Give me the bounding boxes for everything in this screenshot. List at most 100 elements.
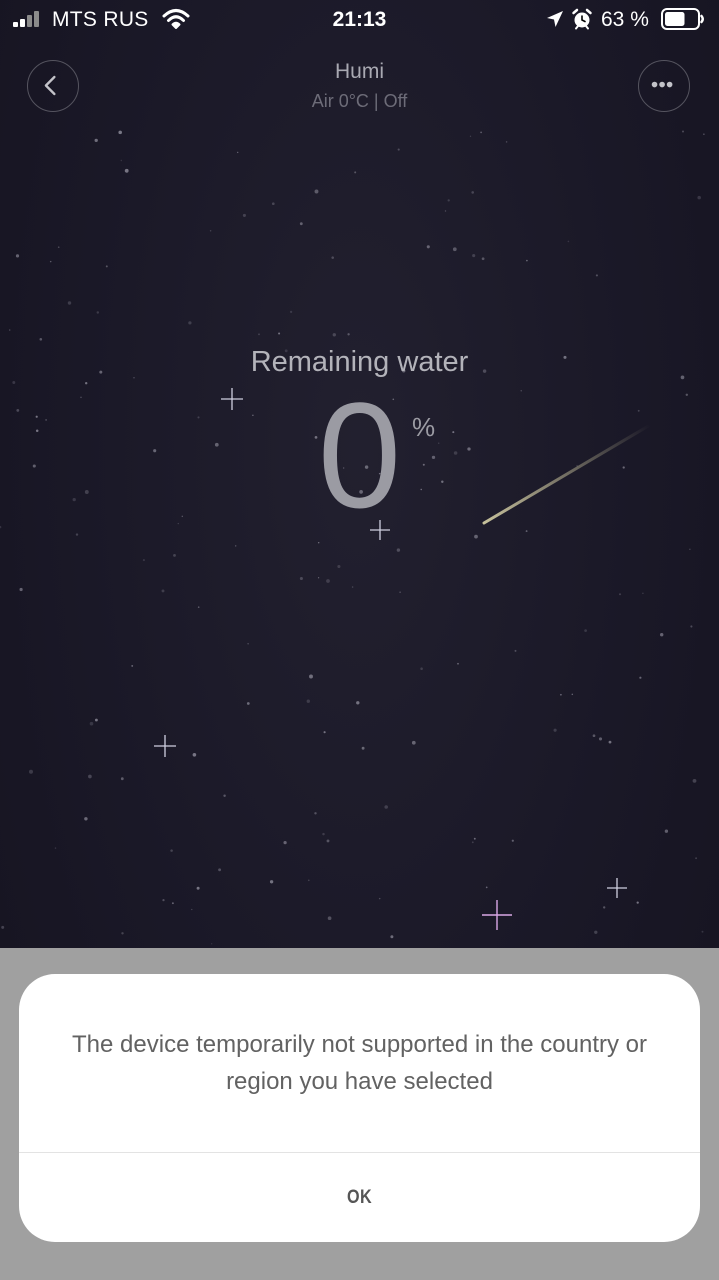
star-dot — [94, 718, 98, 722]
status-bar: MTS RUS 21:13 63 % — [0, 0, 719, 40]
star-dot — [317, 541, 320, 544]
star-dot — [118, 130, 122, 135]
star-dot — [332, 333, 336, 337]
star-dot — [608, 740, 612, 744]
star-dot — [242, 213, 246, 217]
star-dot — [474, 534, 478, 539]
star-dot — [283, 840, 287, 845]
star-dot — [485, 886, 488, 889]
star-dot — [481, 257, 485, 261]
star-dot — [124, 168, 129, 173]
star-dot — [399, 591, 401, 593]
remaining-water-value: 0 — [317, 371, 402, 539]
star-dot — [598, 737, 603, 741]
star-dot — [88, 774, 92, 779]
device-title: Humi — [334, 60, 384, 83]
dialog-message: The device temporarily not supported in … — [72, 1031, 647, 1095]
star-dot — [681, 130, 685, 133]
alarm-icon — [572, 8, 592, 30]
alert-dialog: The device temporarily not supported in … — [19, 974, 700, 1242]
star-dot — [603, 906, 606, 909]
device-screen: MTS RUS 21:13 63 % Humi Air 0°C | Off Re… — [0, 0, 719, 1280]
star-dot — [584, 629, 587, 632]
star-dot — [161, 589, 165, 593]
star-dot — [307, 879, 310, 882]
star-dot — [173, 554, 176, 557]
star-dot — [246, 702, 250, 705]
star-dot — [317, 577, 320, 579]
star-dot — [269, 880, 274, 884]
star-dot — [314, 189, 319, 194]
star-dot — [703, 133, 705, 135]
star-dot — [505, 141, 508, 143]
star-dot — [258, 333, 260, 336]
more-options-button[interactable] — [638, 60, 690, 112]
star-dot — [337, 564, 341, 569]
star-dot — [188, 321, 192, 325]
star-dot — [54, 847, 57, 849]
star-dot — [326, 839, 330, 843]
star-dot — [8, 329, 11, 331]
star-dot — [659, 632, 664, 637]
star-dot — [420, 667, 423, 670]
star-dot — [471, 191, 475, 194]
star-dot — [299, 222, 303, 226]
star-dot — [514, 649, 517, 652]
star-dot — [397, 148, 400, 151]
star-dot — [57, 246, 60, 249]
star-dot — [411, 740, 416, 745]
ok-button[interactable]: OK — [70, 1153, 649, 1242]
star-dot — [473, 837, 476, 840]
star-dot — [354, 171, 357, 174]
star-dot — [29, 769, 33, 774]
star-dot — [480, 131, 482, 134]
star-dot — [237, 151, 239, 154]
star-dot — [84, 817, 88, 821]
star-dot — [15, 254, 20, 258]
star-dot — [384, 805, 388, 809]
star-dot — [120, 159, 123, 162]
star-dot — [567, 240, 570, 243]
star-dot — [131, 664, 134, 667]
battery-percentage: 63 % — [601, 8, 649, 31]
star-dot — [690, 625, 693, 628]
star-dot — [89, 721, 94, 726]
star-dot — [170, 849, 173, 852]
star-dot — [19, 587, 23, 592]
star-dot — [171, 902, 174, 905]
star-dot — [162, 899, 165, 902]
star-dot — [560, 693, 562, 696]
star-dot — [271, 202, 275, 206]
device-subtitle: Air 0°C | Off — [311, 91, 408, 111]
more-dots-icon — [651, 81, 673, 88]
star-dot — [94, 138, 98, 143]
star-dot — [192, 753, 197, 757]
star-dot — [234, 545, 237, 547]
star-dot — [331, 256, 334, 259]
star-dot — [306, 699, 310, 703]
star-dot — [642, 592, 644, 595]
star-dot — [121, 932, 124, 935]
star-dot — [142, 559, 145, 562]
star-dot — [378, 897, 381, 900]
star-dot — [452, 247, 457, 252]
star-dot — [247, 643, 249, 645]
star-dot — [351, 586, 354, 588]
star-dot — [695, 857, 698, 860]
star-dot — [120, 777, 124, 781]
star-dot — [447, 199, 450, 202]
star-dot — [592, 734, 596, 738]
star-dot — [209, 230, 212, 232]
star-dot — [469, 135, 472, 137]
star-dot — [692, 779, 697, 783]
star-dot — [361, 746, 365, 750]
star-dot — [347, 333, 350, 336]
star-dot — [223, 794, 226, 798]
star-dot — [526, 259, 528, 262]
star-dot — [639, 676, 642, 679]
star-dot — [105, 265, 108, 268]
star-dot — [1, 925, 5, 929]
star-dot — [471, 841, 474, 844]
star-dot — [356, 701, 360, 705]
star-dot — [197, 606, 200, 608]
